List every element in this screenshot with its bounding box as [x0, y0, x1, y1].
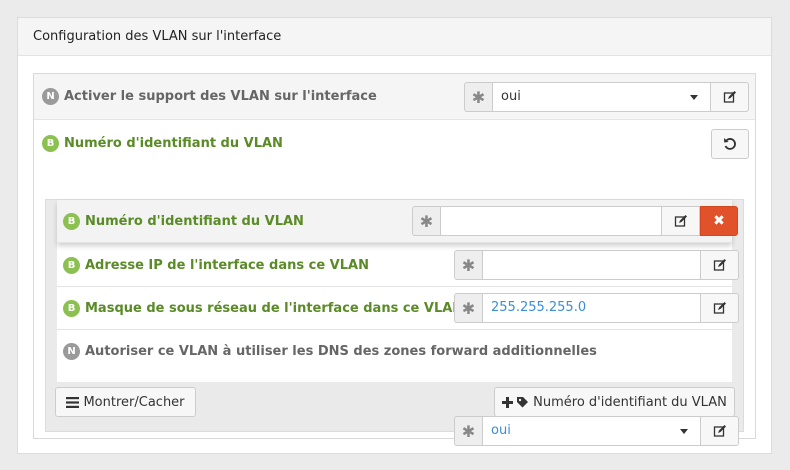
- edit-icon: [713, 425, 726, 437]
- edit-button[interactable]: [701, 293, 739, 323]
- asterisk-icon: ✱: [454, 250, 482, 280]
- close-icon: ✖: [713, 213, 725, 229]
- entry-dns-label: Autoriser ce VLAN à utiliser les DNS des…: [85, 344, 597, 359]
- entry-masque-input[interactable]: 255.255.255.0: [482, 293, 701, 323]
- vlan-config-body: N Activer le support des VLAN sur l'inter…: [33, 73, 756, 446]
- asterisk-icon: ✱: [412, 206, 440, 236]
- caret-down-icon: [690, 95, 698, 100]
- entry-masque-control: ✱ 255.255.255.0: [454, 293, 739, 323]
- show-hide-button[interactable]: Montrer/Cacher: [55, 387, 196, 417]
- plus-icon: [502, 396, 514, 408]
- optional-badge: N: [42, 88, 59, 105]
- vlan-entry-fields: B Numéro d'identifiant du VLAN ✱ ✖ B Adr…: [57, 200, 739, 382]
- asterisk-icon: ✱: [454, 416, 482, 446]
- entry-dns-value: oui: [491, 423, 511, 438]
- entry-dns-label-group: N Autoriser ce VLAN à utiliser les DNS de…: [63, 343, 597, 360]
- edit-button[interactable]: [711, 82, 749, 112]
- edit-icon: [713, 259, 726, 271]
- basic-badge: B: [63, 300, 80, 317]
- edit-button[interactable]: [662, 206, 700, 236]
- entry-adresse-control: ✱: [454, 250, 739, 280]
- edit-button[interactable]: [701, 250, 739, 280]
- entry-dns-row: N Autoriser ce VLAN à utiliser les DNS de…: [57, 331, 732, 382]
- numero-vlan-row: B Numéro d'identifiant du VLAN: [34, 121, 755, 167]
- activer-vlan-value: oui: [501, 89, 521, 104]
- entry-numero-control: ✱ ✖: [412, 206, 738, 236]
- basic-badge: B: [63, 213, 80, 230]
- numero-vlan-label-group: B Numéro d'identifiant du VLAN: [42, 135, 283, 152]
- bars-icon: [66, 396, 80, 408]
- entry-adresse-label: Adresse IP de l'interface dans ce VLAN: [85, 258, 369, 273]
- caret-down-icon: [680, 429, 688, 434]
- entry-adresse-label-group: B Adresse IP de l'interface dans ce VLAN: [63, 257, 369, 274]
- remove-entry-button[interactable]: ✖: [700, 206, 738, 236]
- entry-masque-label: Masque de sous réseau de l'interface dan…: [85, 301, 464, 316]
- numero-vlan-label: Numéro d'identifiant du VLAN: [64, 136, 283, 151]
- edit-icon: [723, 91, 736, 103]
- asterisk-icon: ✱: [454, 293, 482, 323]
- entry-adresse-row: B Adresse IP de l'interface dans ce VLAN …: [57, 244, 739, 287]
- entry-numero-label-group: B Numéro d'identifiant du VLAN: [63, 213, 304, 230]
- undo-icon: [724, 138, 736, 150]
- edit-icon: [713, 302, 726, 314]
- entry-adresse-input[interactable]: [482, 250, 701, 280]
- entry-numero-row: B Numéro d'identifiant du VLAN ✱ ✖: [57, 200, 738, 243]
- entry-dns-select[interactable]: oui: [482, 416, 701, 446]
- activer-vlan-select[interactable]: oui: [492, 82, 711, 112]
- panel-title: Configuration des VLAN sur l'interface: [18, 18, 771, 56]
- optional-badge: N: [63, 343, 80, 360]
- entry-masque-label-group: B Masque de sous réseau de l'interface da…: [63, 300, 463, 317]
- activer-vlan-label-group: N Activer le support des VLAN sur l'inter…: [42, 88, 377, 105]
- entry-numero-input[interactable]: [440, 206, 662, 236]
- add-vlan-label: Numéro d'identifiant du VLAN: [533, 394, 727, 410]
- entry-masque-row: B Masque de sous réseau de l'interface da…: [57, 287, 739, 330]
- basic-badge: B: [42, 135, 59, 152]
- add-vlan-button[interactable]: Numéro d'identifiant du VLAN: [494, 387, 735, 417]
- entry-dns-control: ✱ oui: [454, 416, 739, 446]
- asterisk-icon: ✱: [464, 82, 492, 112]
- reset-button[interactable]: [711, 129, 749, 159]
- basic-badge: B: [63, 257, 80, 274]
- activer-vlan-control: ✱ oui: [464, 82, 749, 112]
- tag-icon: [517, 396, 529, 407]
- show-hide-label: Montrer/Cacher: [83, 394, 185, 410]
- edit-icon: [674, 215, 687, 227]
- edit-button[interactable]: [701, 416, 739, 446]
- activer-vlan-label: Activer le support des VLAN sur l'interf…: [64, 89, 377, 104]
- entry-numero-label: Numéro d'identifiant du VLAN: [85, 214, 304, 229]
- activer-vlan-row: N Activer le support des VLAN sur l'inter…: [34, 74, 755, 120]
